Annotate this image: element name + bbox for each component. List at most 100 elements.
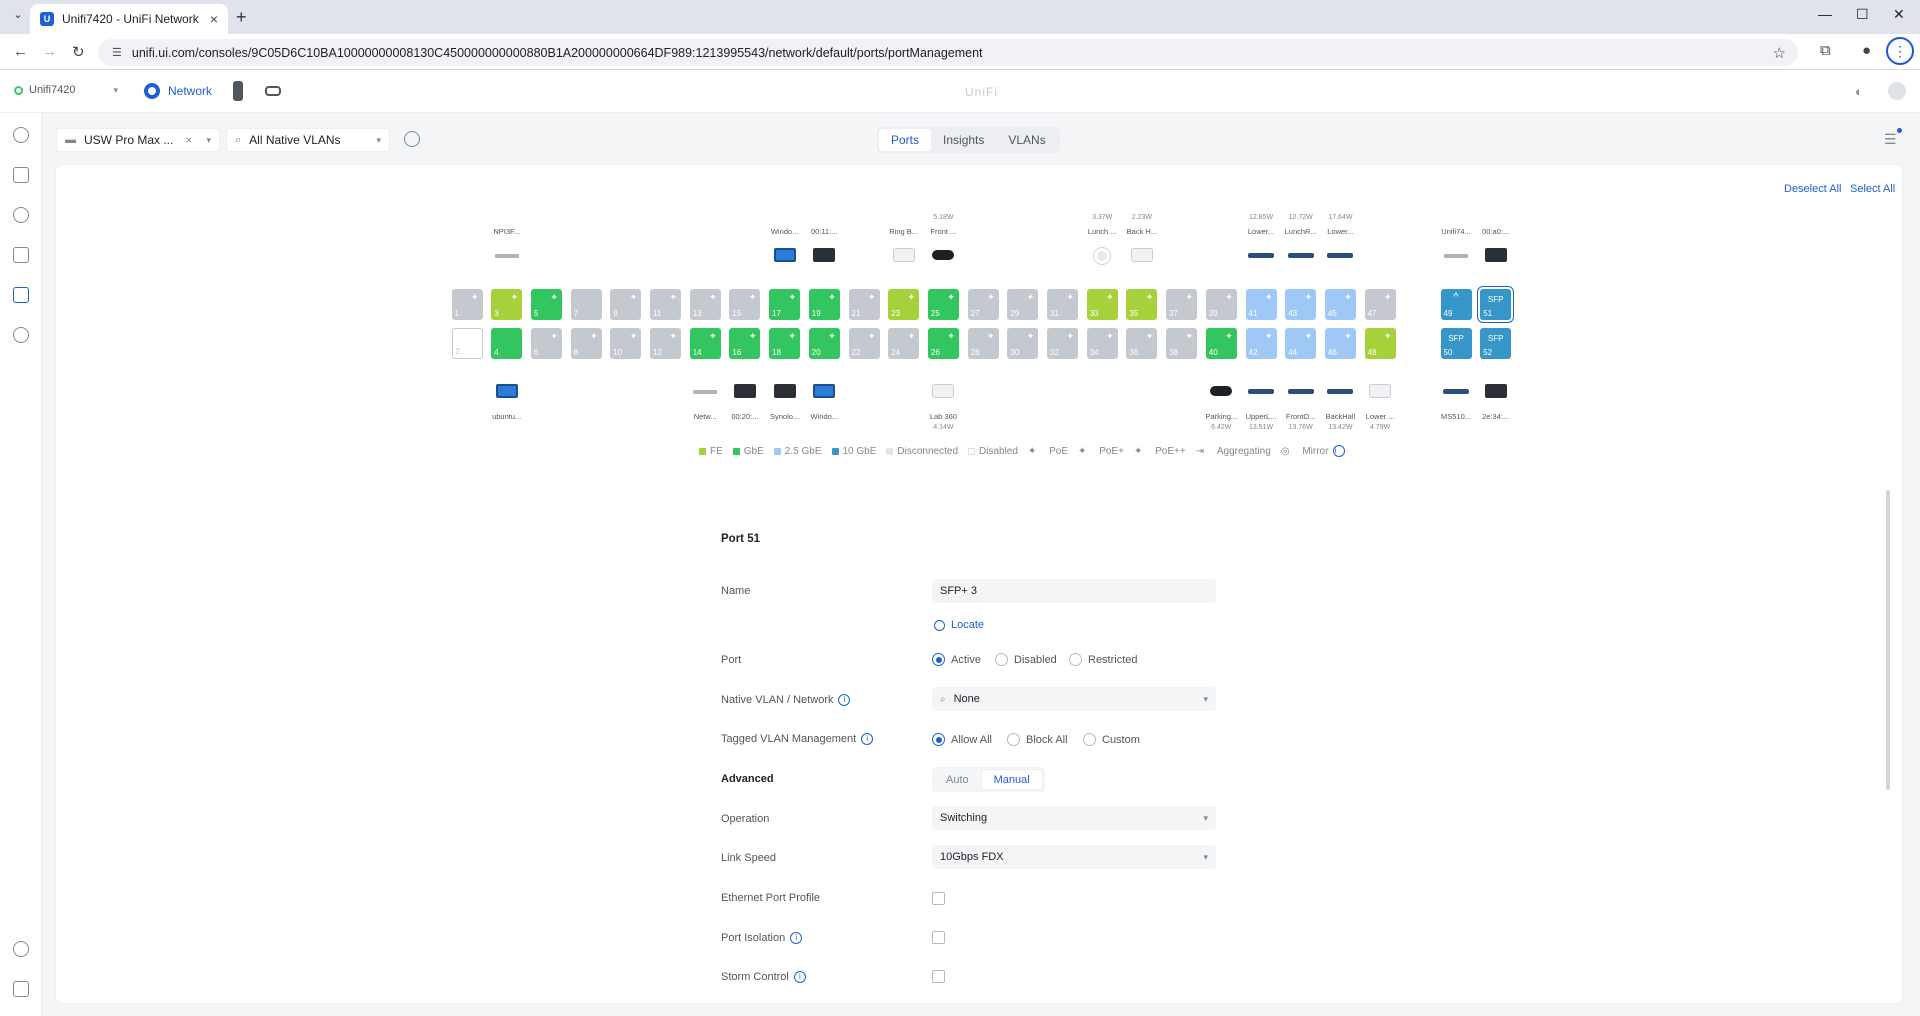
port-28[interactable]: ✦ 28 — [967, 328, 999, 359]
port-1[interactable]: ✦ 1 — [451, 289, 483, 320]
back-icon[interactable]: ← — [13, 43, 28, 60]
insights-icon[interactable] — [13, 327, 29, 343]
port-29[interactable]: ✦ 29 — [1007, 289, 1039, 320]
tagged-allow-all-radio[interactable]: Allow All — [932, 733, 992, 746]
port-active-radio[interactable]: Active — [932, 653, 981, 666]
select-all-link[interactable]: Select All — [1850, 183, 1895, 195]
port-restricted-radio[interactable]: Restricted — [1069, 653, 1138, 666]
port-22[interactable]: ✦ 22 — [848, 328, 880, 359]
port-31[interactable]: ✦ 31 — [1047, 289, 1078, 320]
port-20[interactable]: ✦ 20 — [808, 328, 840, 359]
port-14[interactable]: ✦ 14 — [689, 328, 721, 359]
scrollbar[interactable] — [1886, 490, 1890, 790]
port-19[interactable]: ✦ 19 — [808, 289, 840, 320]
device-select[interactable]: ▬ USW Pro Max ... × ▾ — [56, 128, 220, 152]
filter-icon[interactable]: ☰ — [1884, 128, 1902, 148]
user-avatar[interactable] — [1888, 82, 1906, 100]
new-tab-button[interactable]: + — [236, 7, 247, 28]
protect-app-icon[interactable] — [233, 81, 243, 101]
port-24[interactable]: ✦ 24 — [888, 328, 920, 359]
port-21[interactable]: ✦ 21 — [848, 289, 880, 320]
port-38[interactable]: ✦ 38 — [1166, 328, 1198, 359]
wifi-icon[interactable] — [13, 207, 29, 223]
profile-icon[interactable]: ● — [1862, 42, 1871, 59]
tab-insights[interactable]: Insights — [931, 129, 996, 151]
operation-select[interactable]: Switching ▾ — [932, 806, 1216, 830]
deselect-all-link[interactable]: Deselect All — [1784, 183, 1841, 195]
devices-icon[interactable] — [13, 247, 29, 263]
port-33[interactable]: ✦ 33 — [1086, 289, 1118, 320]
storm-control-checkbox[interactable] — [932, 970, 945, 983]
site-info-icon[interactable]: ☰ — [112, 46, 122, 59]
advanced-auto-option[interactable]: Auto — [934, 769, 981, 790]
tagged-custom-radio[interactable]: Custom — [1083, 733, 1140, 746]
info-icon[interactable]: i — [838, 694, 851, 707]
info-icon[interactable]: i — [1333, 445, 1346, 457]
port-41[interactable]: ✦ 41 — [1245, 289, 1277, 320]
tab-list-button[interactable]: ⌄ — [8, 8, 28, 26]
native-vlan-select[interactable]: ⌕ None ▾ — [932, 687, 1216, 711]
port-42[interactable]: ✦ 42 — [1245, 328, 1277, 359]
link-speed-select[interactable]: 10Gbps FDX ▾ — [932, 845, 1216, 869]
ethernet-profile-checkbox[interactable] — [932, 892, 945, 905]
browser-tab[interactable]: U Unifi7420 - UniFi Network × — [30, 4, 228, 34]
port-49[interactable]: ^ 49 — [1440, 289, 1472, 320]
close-tab-icon[interactable]: × — [210, 11, 218, 27]
dashboard-icon[interactable] — [13, 127, 29, 143]
gear-icon[interactable] — [404, 131, 420, 147]
topology-icon[interactable] — [13, 167, 29, 183]
tagged-block-all-radio[interactable]: Block All — [1007, 733, 1068, 746]
port-39[interactable]: ✦ 39 — [1205, 289, 1237, 320]
port-45[interactable]: ✦ 45 — [1324, 289, 1356, 320]
port-27[interactable]: ✦ 27 — [967, 289, 999, 320]
minimize-icon[interactable]: — — [1818, 6, 1832, 22]
close-window-icon[interactable]: ✕ — [1893, 6, 1905, 23]
browser-menu-icon[interactable]: ⋮ — [1886, 37, 1914, 65]
locate-button[interactable]: Locate — [934, 619, 984, 631]
tab-vlans[interactable]: VLANs — [996, 129, 1057, 151]
port-43[interactable]: ✦ 43 — [1285, 289, 1317, 320]
port-5[interactable]: ✦ 5 — [530, 289, 562, 320]
port-25[interactable]: ✦ 25 — [927, 289, 959, 320]
port-16[interactable]: ✦ 16 — [729, 328, 761, 359]
console-switcher[interactable]: Unifi7420 ▾ — [14, 84, 118, 96]
info-icon[interactable]: i — [793, 971, 806, 984]
tab-ports[interactable]: Ports — [879, 129, 932, 151]
maximize-icon[interactable]: ☐ — [1856, 6, 1869, 23]
port-23[interactable]: ✦ 23 — [888, 289, 920, 320]
port-51[interactable]: SFP 51 — [1480, 289, 1512, 320]
port-50[interactable]: SFP 50 — [1440, 328, 1472, 359]
port-4[interactable]: 4 — [491, 328, 523, 359]
port-32[interactable]: ✦ 32 — [1047, 328, 1078, 359]
forward-icon[interactable]: → — [42, 43, 57, 60]
port-48[interactable]: ✦ 48 — [1364, 328, 1396, 359]
settings-gear-icon[interactable] — [13, 941, 29, 957]
port-isolation-checkbox[interactable] — [932, 931, 945, 944]
vlan-filter-select[interactable]: ⌕ All Native VLANs ▾ — [226, 128, 390, 152]
port-18[interactable]: ✦ 18 — [769, 328, 801, 359]
port-disabled-radio[interactable]: Disabled — [995, 653, 1057, 666]
port-40[interactable]: ✦ 40 — [1205, 328, 1237, 359]
port-35[interactable]: ✦ 35 — [1126, 289, 1158, 320]
port-36[interactable]: ✦ 36 — [1126, 328, 1158, 359]
extensions-icon[interactable]: ⧉ — [1820, 42, 1831, 59]
advanced-manual-option[interactable]: Manual — [980, 769, 1043, 790]
port-15[interactable]: ✦ 15 — [729, 289, 761, 320]
port-26[interactable]: ✦ 26 — [927, 328, 959, 359]
port-8[interactable]: ✦ 8 — [570, 328, 602, 359]
port-3[interactable]: ✦ 3 — [491, 289, 523, 320]
name-input[interactable]: SFP+ 3 — [932, 579, 1216, 603]
bookmark-star-icon[interactable]: ☆ — [1773, 44, 1786, 62]
port-7[interactable]: 7 — [570, 289, 602, 320]
port-37[interactable]: ✦ 37 — [1166, 289, 1198, 320]
port-11[interactable]: ✦ 11 — [650, 289, 681, 320]
port-17[interactable]: ✦ 17 — [769, 289, 801, 320]
reload-icon[interactable]: ↻ — [72, 43, 85, 61]
port-10[interactable]: ✦ 10 — [610, 328, 642, 359]
info-icon[interactable]: i — [790, 932, 803, 945]
port-9[interactable]: ✦ 9 — [610, 289, 642, 320]
port-47[interactable]: ✦ 47 — [1364, 289, 1396, 320]
info-icon[interactable]: i — [861, 733, 874, 746]
ports-icon[interactable] — [13, 287, 29, 303]
port-30[interactable]: ✦ 30 — [1007, 328, 1039, 359]
